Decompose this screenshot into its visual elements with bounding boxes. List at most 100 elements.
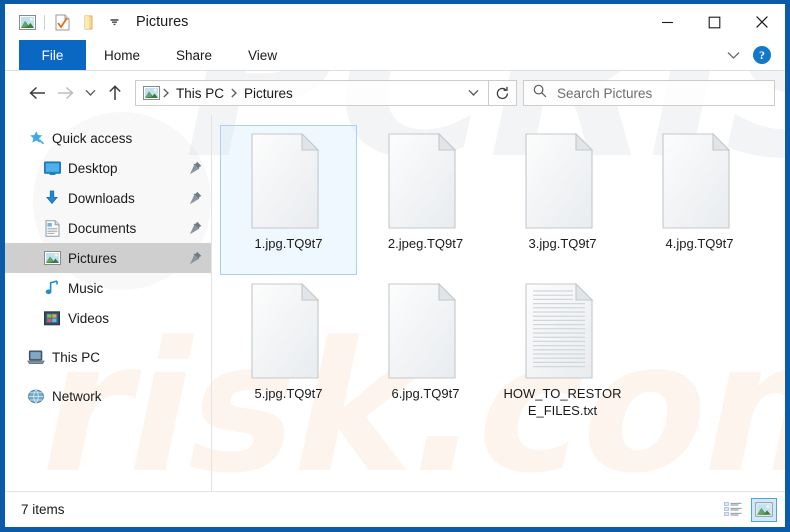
documents-icon xyxy=(43,219,61,237)
sidebar-item-music[interactable]: Music xyxy=(5,273,211,303)
search-placeholder: Search Pictures xyxy=(557,85,653,101)
file-item[interactable]: 3.jpg.TQ9t7 xyxy=(494,125,631,275)
large-icons-view-button[interactable] xyxy=(751,497,777,522)
minimize-button[interactable] xyxy=(644,4,691,40)
sidebar-item-network[interactable]: Network xyxy=(5,381,211,411)
window-inner: PCRISK risk.com Pictures File Home Share… xyxy=(5,4,785,527)
customize-chevron-icon[interactable] xyxy=(101,9,127,35)
sidebar-item-label: Documents xyxy=(68,220,137,236)
file-item[interactable]: 6.jpg.TQ9t7 xyxy=(357,275,494,425)
file-name-label: HOW_TO_RESTORE_FILES.txt xyxy=(503,386,622,418)
breadcrumb-pictures-icon xyxy=(142,86,161,100)
star-pin-icon xyxy=(27,129,45,147)
blank-file-icon xyxy=(250,132,328,230)
help-icon[interactable]: ? xyxy=(749,42,775,68)
search-input[interactable]: Search Pictures xyxy=(523,80,775,106)
blank-file-icon xyxy=(387,132,465,230)
blank-file-icon xyxy=(524,132,602,230)
pin-icon[interactable] xyxy=(189,251,203,265)
videos-icon xyxy=(43,309,61,327)
forward-button[interactable] xyxy=(51,79,79,107)
sidebar-item-label: Quick access xyxy=(52,130,133,146)
sidebar-item-downloads[interactable]: Downloads xyxy=(5,183,211,213)
sidebar-item-label: Music xyxy=(68,280,104,296)
file-item[interactable]: 2.jpeg.TQ9t7 xyxy=(357,125,494,275)
file-name-label: 5.jpg.TQ9t7 xyxy=(254,386,323,401)
explorer-window: PCRISK risk.com Pictures File Home Share… xyxy=(0,0,790,532)
sidebar-item-documents[interactable]: Documents xyxy=(5,213,211,243)
sidebar-item-label: Videos xyxy=(68,310,110,326)
music-icon xyxy=(43,279,61,297)
file-grid: 1.jpg.TQ9t7 2.jpeg.TQ9t7 3.jpg.TQ9t7 4.jpg.… xyxy=(220,125,785,425)
breadcrumb[interactable]: This PC Pictures xyxy=(135,80,489,106)
pictures-folder-icon[interactable] xyxy=(14,9,40,35)
sidebar-item-videos[interactable]: Videos xyxy=(5,303,211,333)
sidebar-item-label: Desktop xyxy=(68,160,118,176)
back-button[interactable] xyxy=(23,79,51,107)
breadcrumb-chevron-icon[interactable] xyxy=(161,88,171,98)
file-list-pane[interactable]: 1.jpg.TQ9t7 2.jpeg.TQ9t7 3.jpg.TQ9t7 4.jpg.… xyxy=(212,115,785,491)
title-bar: Pictures xyxy=(5,4,785,40)
navigation-pane[interactable]: Quick access Desktop Downloads Documents Pic… xyxy=(5,115,211,491)
file-name-label: 2.jpeg.TQ9t7 xyxy=(387,236,464,251)
tab-view[interactable]: View xyxy=(230,40,295,70)
nav-group-spacer xyxy=(5,372,211,381)
desktop-icon xyxy=(43,159,61,177)
file-name-label: 6.jpg.TQ9t7 xyxy=(391,386,460,401)
pin-icon[interactable] xyxy=(189,161,203,175)
nav-group-spacer xyxy=(5,333,211,342)
tab-file[interactable]: File xyxy=(19,40,86,70)
pin-icon[interactable] xyxy=(189,191,203,205)
tab-share[interactable]: Share xyxy=(158,40,230,70)
blank-file-icon xyxy=(250,282,328,380)
pictures-icon xyxy=(43,249,61,267)
text-file-icon xyxy=(524,282,602,380)
network-icon xyxy=(27,387,45,405)
properties-icon[interactable] xyxy=(49,9,75,35)
close-button[interactable] xyxy=(738,4,785,40)
new-folder-icon[interactable] xyxy=(75,9,101,35)
sidebar-item-desktop[interactable]: Desktop xyxy=(5,153,211,183)
chevron-down-icon[interactable] xyxy=(720,42,746,68)
downloads-icon xyxy=(43,189,61,207)
sidebar-item-pictures[interactable]: Pictures xyxy=(5,243,211,273)
up-button[interactable] xyxy=(101,79,129,107)
maximize-button[interactable] xyxy=(691,4,738,40)
recent-locations-button[interactable] xyxy=(79,79,101,107)
file-name-label: 1.jpg.TQ9t7 xyxy=(254,236,323,251)
toolbar-separator xyxy=(44,14,45,30)
pin-icon[interactable] xyxy=(189,221,203,235)
view-mode-buttons xyxy=(720,497,777,522)
file-item[interactable]: 1.jpg.TQ9t7 xyxy=(220,125,357,275)
file-name-label: 3.jpg.TQ9t7 xyxy=(528,236,597,251)
sidebar-item-label: Network xyxy=(52,388,102,404)
breadcrumb-item-pictures[interactable]: Pictures xyxy=(239,86,298,101)
file-item[interactable]: 4.jpg.TQ9t7 xyxy=(631,125,768,275)
file-item[interactable]: 5.jpg.TQ9t7 xyxy=(220,275,357,425)
blank-file-icon xyxy=(661,132,739,230)
item-count-label: 7 items xyxy=(21,502,65,517)
file-name-label: 4.jpg.TQ9t7 xyxy=(665,236,734,251)
status-bar: 7 items xyxy=(5,491,785,527)
window-title: Pictures xyxy=(136,13,189,30)
refresh-button[interactable] xyxy=(489,80,517,106)
explorer-body: Quick access Desktop Downloads Documents Pic… xyxy=(5,115,785,491)
details-view-button[interactable] xyxy=(720,498,746,522)
search-icon xyxy=(533,84,547,103)
breadcrumb-item-this-pc[interactable]: This PC xyxy=(171,86,229,101)
sidebar-item-label: Pictures xyxy=(68,250,117,266)
breadcrumb-dropdown-icon[interactable] xyxy=(462,81,484,105)
tab-home[interactable]: Home xyxy=(86,40,158,70)
sidebar-item-label: This PC xyxy=(52,349,101,365)
blank-file-icon xyxy=(387,282,465,380)
help-glyph: ? xyxy=(753,46,771,64)
ribbon-right-controls: ? xyxy=(720,40,785,70)
sidebar-item-label: Downloads xyxy=(68,190,135,206)
file-item[interactable]: HOW_TO_RESTORE_FILES.txt xyxy=(494,275,631,425)
quick-access-toolbar xyxy=(5,4,127,40)
breadcrumb-chevron-icon-2[interactable] xyxy=(229,88,239,98)
sidebar-item-quick-access[interactable]: Quick access xyxy=(5,123,211,153)
sidebar-item-this-pc[interactable]: This PC xyxy=(5,342,211,372)
address-bar-row: This PC Pictures Search Pictures xyxy=(5,71,785,115)
ribbon-tab-bar: File Home Share View ? xyxy=(5,40,785,71)
